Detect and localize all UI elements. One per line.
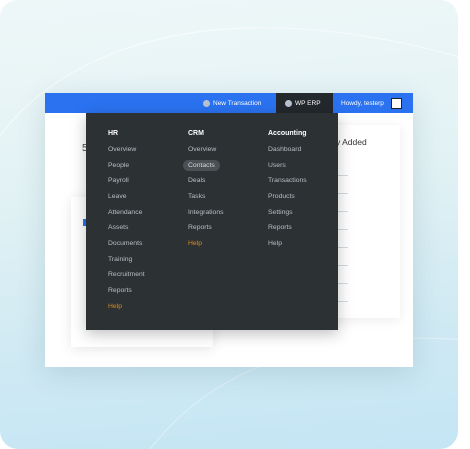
wp-erp-mega-menu: HR Overview People Payroll Leave Attenda… <box>86 113 338 330</box>
menu-item-hr-reports[interactable]: Reports <box>108 287 132 294</box>
menu-item-crm-overview[interactable]: Overview <box>188 146 216 153</box>
menu-item-accounting-users[interactable]: Users <box>268 162 286 169</box>
menu-item-crm-integrations[interactable]: Integrations <box>188 209 224 216</box>
menu-item-hr-overview[interactable]: Overview <box>108 146 136 153</box>
menu-item-hr-payroll[interactable]: Payroll <box>108 177 129 184</box>
admin-bar: New Transaction WP ERP Howdy, testerp <box>45 93 413 113</box>
background-card: New Transaction WP ERP Howdy, testerp 5 … <box>0 0 458 449</box>
howdy-label: Howdy, testerp <box>341 99 384 107</box>
new-transaction-label: New Transaction <box>213 99 262 107</box>
menu-item-crm-reports[interactable]: Reports <box>188 224 212 231</box>
wp-erp-menu-button[interactable]: WP ERP <box>276 93 333 113</box>
menu-item-hr-training[interactable]: Training <box>108 256 132 263</box>
menu-item-accounting-dashboard[interactable]: Dashboard <box>268 146 301 153</box>
menu-item-hr-people[interactable]: People <box>108 162 129 169</box>
menu-heading-crm: CRM <box>188 130 204 137</box>
menu-item-accounting-help[interactable]: Help <box>268 240 282 247</box>
menu-item-crm-help[interactable]: Help <box>188 240 202 247</box>
menu-item-accounting-settings[interactable]: Settings <box>268 209 293 216</box>
menu-item-hr-documents[interactable]: Documents <box>108 240 142 247</box>
avatar <box>390 97 402 109</box>
new-transaction-button[interactable]: New Transaction <box>203 93 261 113</box>
menu-item-hr-assets[interactable]: Assets <box>108 224 128 231</box>
menu-item-accounting-reports[interactable]: Reports <box>268 224 292 231</box>
menu-item-crm-tasks[interactable]: Tasks <box>188 193 205 200</box>
menu-item-hr-leave[interactable]: Leave <box>108 193 127 200</box>
menu-item-crm-contacts[interactable]: Contacts <box>183 160 220 171</box>
erp-logo-icon <box>285 99 292 107</box>
plus-circle-icon <box>203 99 210 107</box>
menu-heading-accounting: Accounting <box>268 130 307 137</box>
menu-item-accounting-products[interactable]: Products <box>268 193 295 200</box>
menu-item-accounting-transactions[interactable]: Transactions <box>268 177 307 184</box>
wp-erp-label: WP ERP <box>295 99 321 107</box>
menu-item-hr-attendance[interactable]: Attendance <box>108 209 142 216</box>
menu-item-hr-recruitment[interactable]: Recruitment <box>108 271 145 278</box>
menu-item-hr-help[interactable]: Help <box>108 303 122 310</box>
menu-item-crm-deals[interactable]: Deals <box>188 177 205 184</box>
menu-heading-hr: HR <box>108 130 119 137</box>
account-menu[interactable]: Howdy, testerp <box>341 93 402 113</box>
